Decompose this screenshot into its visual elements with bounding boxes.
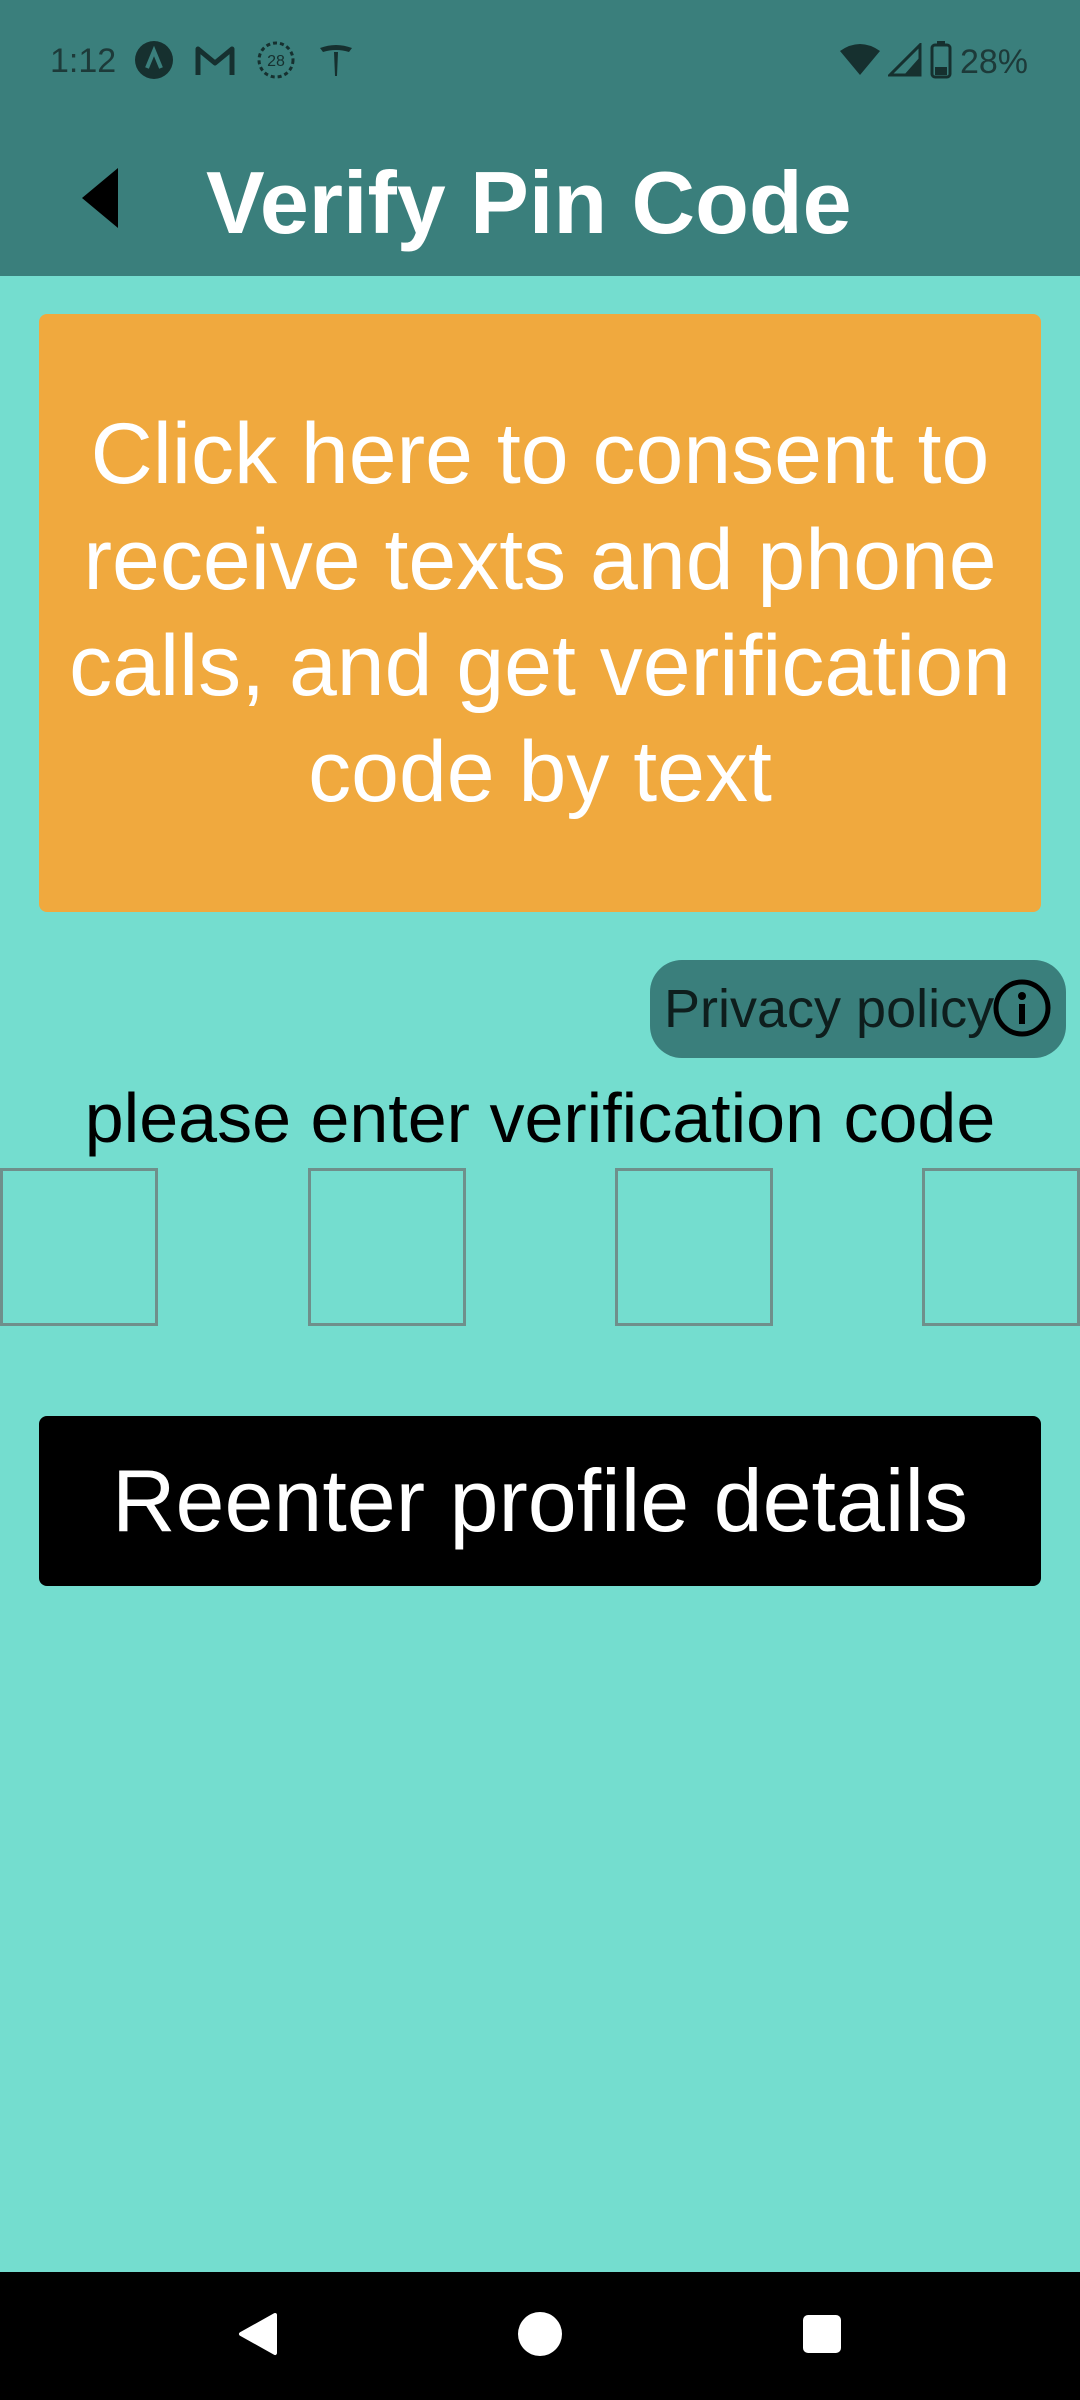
app-bar: Verify Pin Code — [0, 130, 1080, 276]
back-button[interactable] — [60, 160, 140, 240]
consent-label: Click here to consent to receive texts a… — [69, 406, 1011, 820]
nav-back-button[interactable] — [218, 2296, 298, 2376]
nav-back-icon — [235, 2311, 281, 2362]
back-arrow-icon — [78, 166, 122, 235]
code-input-4[interactable] — [922, 1168, 1080, 1326]
code-input-1[interactable] — [0, 1168, 158, 1326]
calendar-badge: 28 — [267, 53, 285, 70]
a-icon — [134, 40, 174, 85]
system-nav-bar — [0, 2272, 1080, 2400]
privacy-policy-label: Privacy policy — [664, 979, 995, 1039]
reenter-profile-label: Reenter profile details — [111, 1451, 969, 1550]
nav-recents-icon — [801, 2313, 843, 2360]
reenter-profile-button[interactable]: Reenter profile details — [39, 1416, 1041, 1586]
gmail-icon — [194, 43, 236, 82]
notification-icons: 28 — [134, 40, 356, 84]
verification-prompt: please enter verification code — [84, 1079, 996, 1157]
calendar-28-icon: 28 — [256, 40, 296, 85]
nav-home-icon — [516, 2310, 564, 2363]
tesla-icon — [316, 40, 356, 85]
status-time: 1:12 — [50, 42, 117, 80]
page-title: Verify Pin Code — [206, 153, 852, 252]
status-bar: 1:12 28 28% — [0, 0, 1080, 130]
battery-icon — [930, 40, 952, 84]
code-input-2[interactable] — [308, 1168, 466, 1326]
signal-icon — [886, 40, 922, 82]
battery-percent: 28% — [959, 42, 1028, 81]
privacy-policy-button[interactable]: Privacy policy — [650, 960, 1066, 1058]
wifi-icon — [839, 43, 880, 82]
nav-home-button[interactable] — [500, 2296, 580, 2376]
consent-button[interactable]: Click here to consent to receive texts a… — [39, 314, 1041, 912]
code-input-3[interactable] — [615, 1168, 773, 1326]
system-icons: 28% — [839, 40, 1028, 84]
info-icon — [992, 978, 1052, 1038]
nav-recents-button[interactable] — [782, 2296, 862, 2376]
